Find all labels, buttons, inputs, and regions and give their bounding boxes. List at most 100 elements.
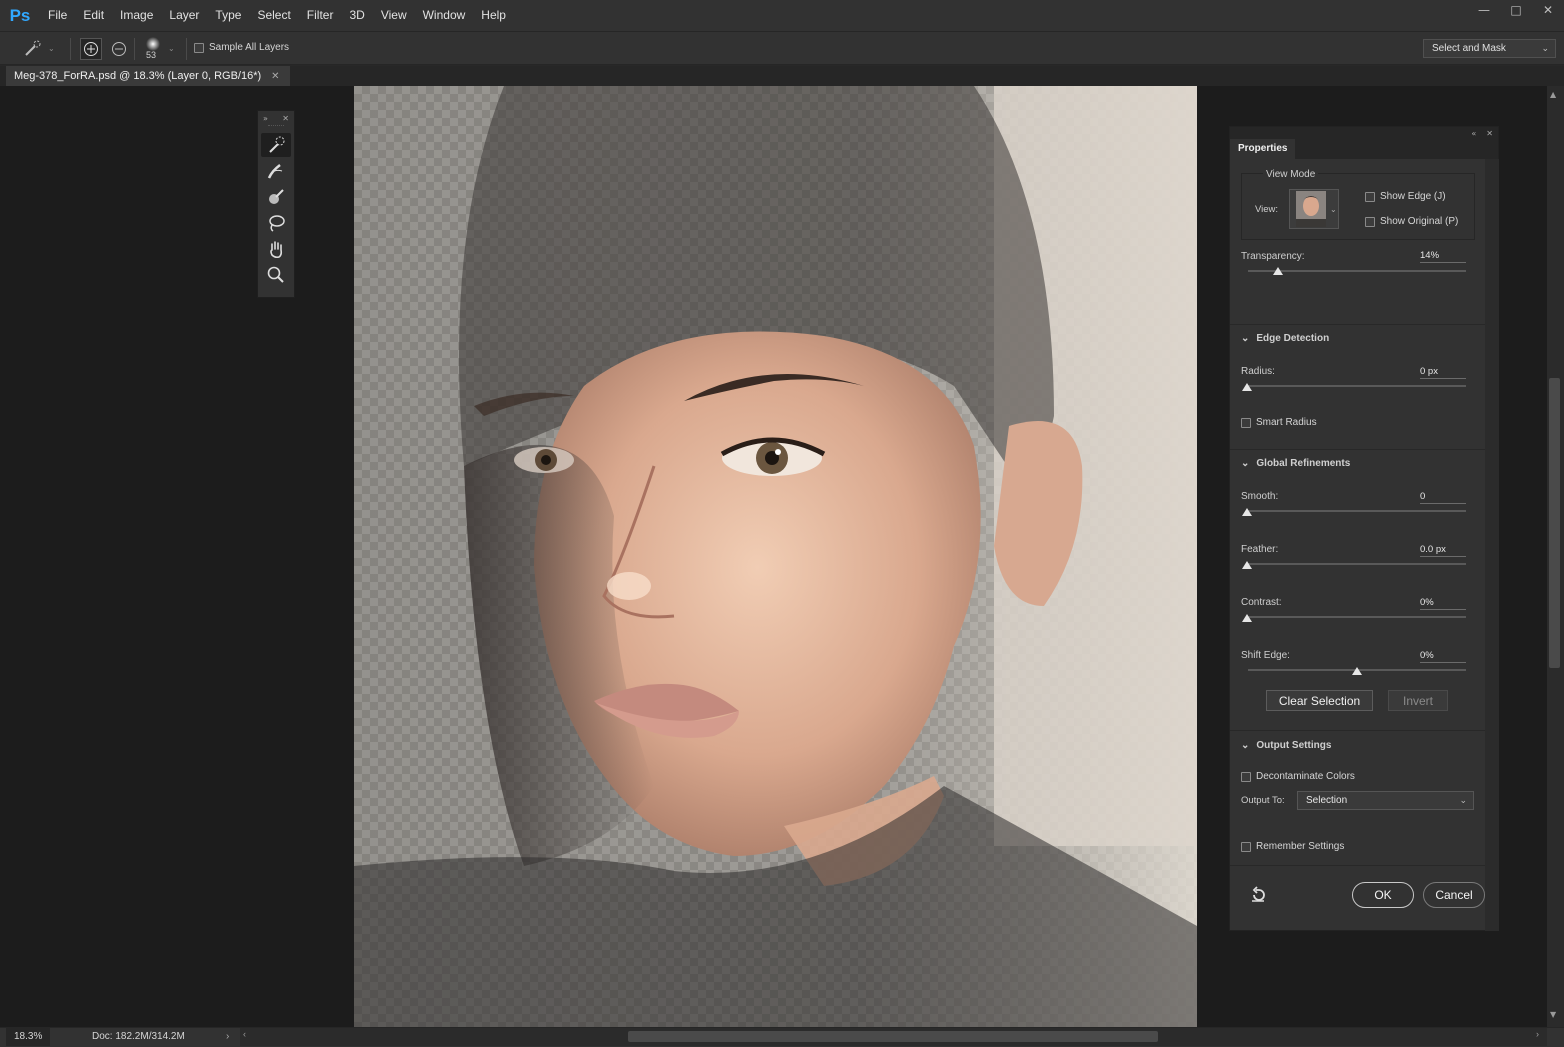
sample-all-layers-checkbox[interactable] xyxy=(194,42,204,53)
contrast-slider-track[interactable] xyxy=(1248,616,1466,618)
menu-3d[interactable]: 3D xyxy=(341,0,372,31)
refine-tools-panel: » ✕ xyxy=(257,110,295,298)
contrast-label: Contrast: xyxy=(1241,597,1282,608)
chevron-down-icon: ⌄ xyxy=(1241,740,1250,751)
show-edge-option[interactable]: Show Edge (J) xyxy=(1365,191,1446,202)
brush-tool[interactable] xyxy=(261,185,291,209)
zoom-tool[interactable] xyxy=(261,263,291,287)
minimize-icon[interactable]: — xyxy=(1468,0,1500,20)
smart-radius-option[interactable]: Smart Radius xyxy=(1241,417,1317,428)
subtract-from-selection-icon[interactable] xyxy=(108,38,130,60)
contrast-value[interactable]: 0% xyxy=(1420,597,1466,610)
menu-view[interactable]: View xyxy=(373,0,415,31)
tab-properties[interactable]: Properties xyxy=(1230,139,1296,159)
smart-radius-checkbox[interactable] xyxy=(1241,417,1251,428)
section-divider xyxy=(1230,324,1485,325)
clear-selection-button[interactable]: Clear Selection xyxy=(1266,690,1373,711)
show-original-option[interactable]: Show Original (P) xyxy=(1365,216,1458,227)
tools-panel-header: » ✕ xyxy=(258,111,294,125)
quick-selection-tool[interactable] xyxy=(261,133,291,157)
refine-edge-brush-tool[interactable] xyxy=(261,159,291,183)
menu-help[interactable]: Help xyxy=(473,0,514,31)
output-settings-header[interactable]: ⌄ Output Settings xyxy=(1241,740,1331,751)
select-and-mask-dropdown[interactable]: Select and Mask ⌄ xyxy=(1423,39,1556,58)
feather-slider-track[interactable] xyxy=(1248,563,1466,565)
status-menu-icon[interactable]: › xyxy=(226,1028,229,1045)
properties-scrollbar[interactable] xyxy=(1485,159,1499,931)
close-icon[interactable]: ✕ xyxy=(1532,0,1564,20)
show-original-label: Show Original (P) xyxy=(1380,216,1459,227)
add-to-selection-icon[interactable] xyxy=(80,38,102,60)
smooth-value[interactable]: 0 xyxy=(1420,491,1466,504)
close-panel-icon[interactable]: ✕ xyxy=(282,114,289,123)
collapse-panel-icon[interactable]: » xyxy=(263,114,268,123)
lasso-tool[interactable] xyxy=(261,211,291,235)
edge-detection-heading: Edge Detection xyxy=(1256,333,1330,344)
decontaminate-colors-checkbox[interactable] xyxy=(1241,771,1251,782)
remember-settings-option[interactable]: Remember Settings xyxy=(1241,841,1344,852)
close-panel-icon[interactable]: ✕ xyxy=(1486,129,1493,138)
decontaminate-colors-option[interactable]: Decontaminate Colors xyxy=(1241,771,1355,782)
invert-button[interactable]: Invert xyxy=(1388,690,1448,711)
shift-edge-value[interactable]: 0% xyxy=(1420,650,1466,663)
zoom-level[interactable]: 18.3% xyxy=(6,1028,50,1046)
show-edge-checkbox[interactable] xyxy=(1365,191,1375,202)
status-bar: 18.3% Doc: 182.2M/314.2M › ‹ › xyxy=(0,1027,1564,1047)
scroll-left-icon[interactable]: ‹ xyxy=(243,1029,246,1039)
scrollbar-thumb[interactable] xyxy=(1549,378,1560,668)
maximize-icon[interactable]: □ xyxy=(1500,0,1532,20)
radius-slider-track[interactable] xyxy=(1248,385,1466,387)
scroll-up-icon[interactable]: ▲ xyxy=(1550,90,1556,99)
menu-select[interactable]: Select xyxy=(249,0,298,31)
menu-image[interactable]: Image xyxy=(112,0,161,31)
horizontal-scrollbar[interactable]: ‹ › xyxy=(240,1028,1547,1046)
view-mode-heading: View Mode xyxy=(1263,169,1319,180)
radius-slider-thumb[interactable] xyxy=(1242,383,1252,391)
reset-icon[interactable] xyxy=(1250,886,1268,907)
ok-button[interactable]: OK xyxy=(1352,882,1414,908)
cancel-button[interactable]: Cancel xyxy=(1423,882,1485,908)
app-logo: Ps xyxy=(9,5,31,25)
view-mode-selector[interactable]: ⌄ xyxy=(1289,189,1339,229)
vertical-scrollbar[interactable]: ▲ ▼ xyxy=(1547,86,1564,1027)
decontaminate-colors-label: Decontaminate Colors xyxy=(1256,771,1355,782)
quick-selection-preset-icon[interactable] xyxy=(22,38,44,60)
collapse-panel-icon[interactable]: « xyxy=(1471,129,1476,138)
menu-edit[interactable]: Edit xyxy=(75,0,112,31)
preset-chevron-icon[interactable]: ⌄ xyxy=(48,44,55,53)
feather-value[interactable]: 0.0 px xyxy=(1420,544,1466,557)
tab-close-icon[interactable]: ✕ xyxy=(271,71,279,82)
hand-icon xyxy=(270,241,283,259)
menu-type[interactable]: Type xyxy=(207,0,249,31)
transparency-value[interactable]: 14% xyxy=(1420,250,1466,263)
shift-edge-slider-thumb[interactable] xyxy=(1352,667,1362,675)
hand-tool[interactable] xyxy=(261,237,291,261)
radius-value[interactable]: 0 px xyxy=(1420,366,1466,379)
panel-grip[interactable] xyxy=(268,125,284,131)
transparency-slider-thumb[interactable] xyxy=(1273,267,1283,275)
edge-detection-header[interactable]: ⌄ Edge Detection xyxy=(1241,333,1329,344)
scroll-down-icon[interactable]: ▼ xyxy=(1550,1010,1556,1019)
smooth-slider-thumb[interactable] xyxy=(1242,508,1252,516)
brush-chevron-icon[interactable]: ⌄ xyxy=(168,44,175,53)
output-to-dropdown[interactable]: Selection ⌄ xyxy=(1297,791,1474,810)
select-and-mask-label: Select and Mask xyxy=(1432,43,1506,54)
scrollbar-thumb[interactable] xyxy=(628,1031,1158,1042)
sample-all-layers[interactable]: Sample All Layers xyxy=(194,42,289,53)
zoom-icon xyxy=(267,266,284,283)
remember-settings-checkbox[interactable] xyxy=(1241,841,1251,852)
smooth-slider-track[interactable] xyxy=(1248,510,1466,512)
scroll-right-icon[interactable]: › xyxy=(1536,1029,1539,1039)
global-refinements-header[interactable]: ⌄ Global Refinements xyxy=(1241,458,1350,469)
menu-filter[interactable]: Filter xyxy=(299,0,342,31)
document-tab[interactable]: Meg-378_ForRA.psd @ 18.3% (Layer 0, RGB/… xyxy=(6,66,290,86)
brush-icon xyxy=(269,189,284,204)
show-original-checkbox[interactable] xyxy=(1365,216,1375,227)
contrast-slider-thumb[interactable] xyxy=(1242,614,1252,622)
menu-window[interactable]: Window xyxy=(415,0,474,31)
document-canvas[interactable] xyxy=(354,86,1197,1027)
menu-layer[interactable]: Layer xyxy=(161,0,207,31)
menu-file[interactable]: File xyxy=(40,0,75,31)
feather-slider-thumb[interactable] xyxy=(1242,561,1252,569)
quick-selection-icon xyxy=(269,136,285,153)
